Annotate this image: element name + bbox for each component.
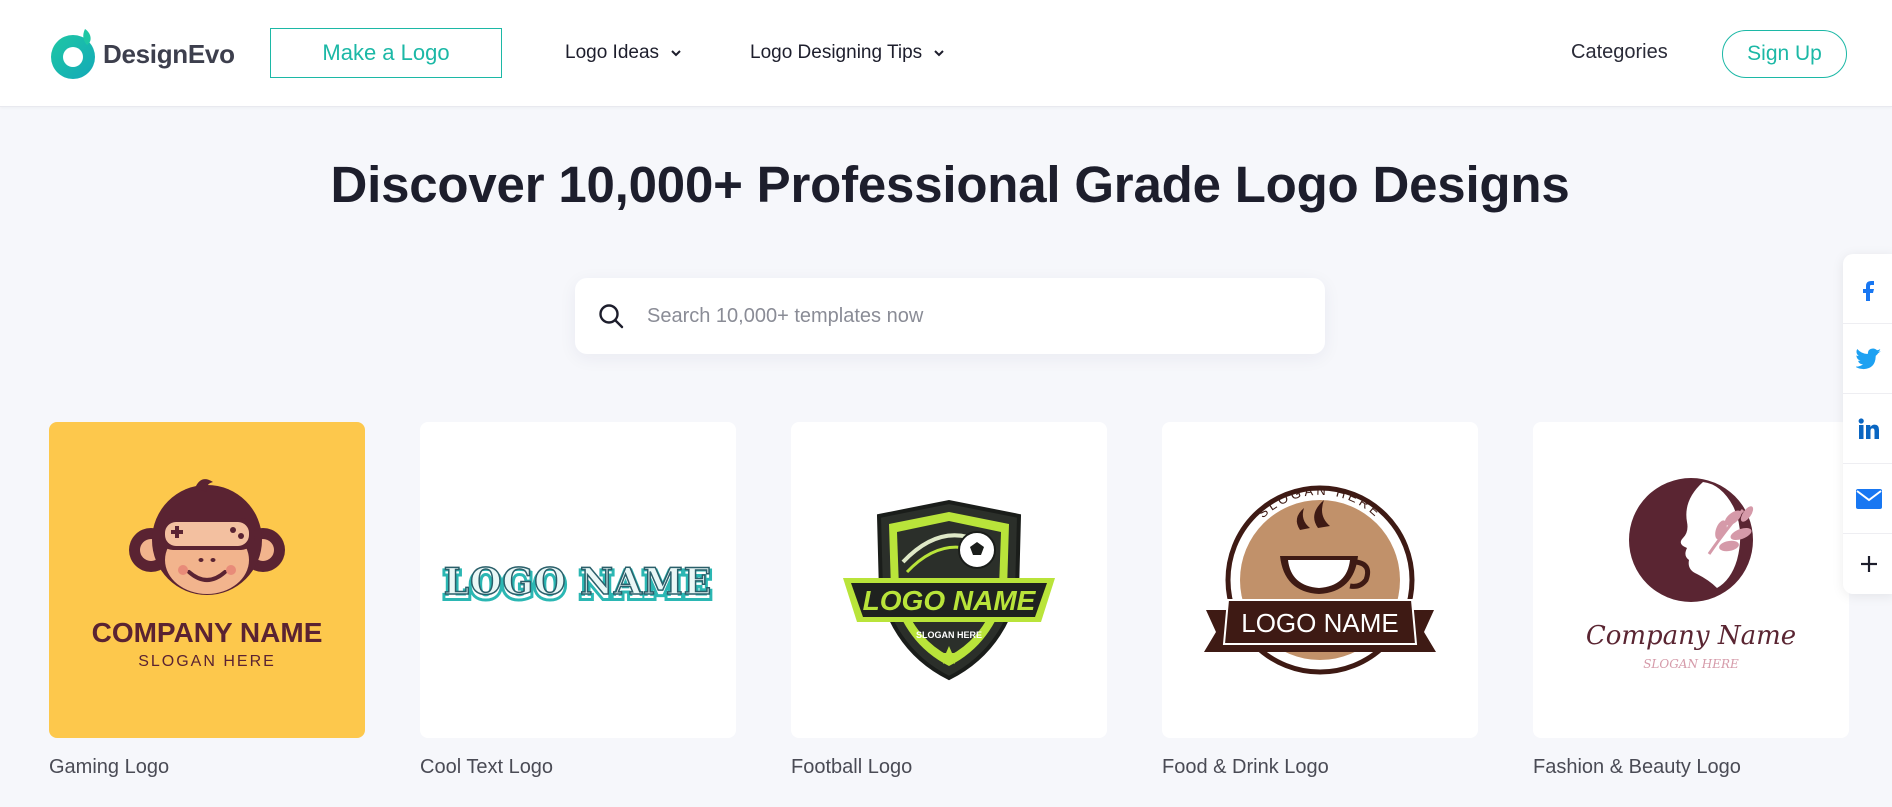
- search-box[interactable]: [575, 278, 1325, 354]
- woman-profile-logo-image: Company Name SLOGAN HERE: [1586, 478, 1796, 671]
- template-caption[interactable]: Food & Drink Logo: [1162, 756, 1478, 779]
- categories-link[interactable]: Categories: [1571, 41, 1668, 64]
- nav-logo-designing-tips[interactable]: Logo Designing Tips: [750, 42, 946, 64]
- logo-name: LOGO NAME: [444, 561, 712, 603]
- template-thumbnail[interactable]: SLOGAN HERE LOGO NAME: [1162, 422, 1478, 738]
- brand-name: DesignEvo: [103, 38, 235, 69]
- logo-slogan: SLOGAN HERE: [1643, 657, 1739, 671]
- plus-icon: [1861, 556, 1877, 572]
- template-thumbnail[interactable]: LOGO NAME SLOGAN HERE: [791, 422, 1107, 738]
- template-thumbnail[interactable]: COMPANY NAME SLOGAN HERE: [49, 422, 365, 738]
- designevo-logo[interactable]: DesignEvo: [49, 27, 235, 81]
- template-thumbnail[interactable]: LOGO NAME LOGO NAME: [420, 422, 736, 738]
- logo-name: LOGO NAME: [1241, 608, 1398, 638]
- logo-slogan: SLOGAN HERE: [916, 630, 982, 640]
- logo-company-name: Company Name: [1586, 621, 1796, 651]
- logo-company-name: COMPANY NAME: [92, 617, 323, 648]
- search-input[interactable]: [647, 304, 1287, 328]
- template-card-fashion-beauty[interactable]: Company Name SLOGAN HERE Fashion & Beaut…: [1533, 422, 1849, 779]
- search-icon[interactable]: [597, 302, 625, 330]
- template-card-gaming[interactable]: COMPANY NAME SLOGAN HERE Gaming Logo: [49, 422, 365, 779]
- nav-logo-designing-tips-label: Logo Designing Tips: [750, 42, 923, 63]
- email-icon: [1856, 488, 1882, 509]
- sign-up-button[interactable]: Sign Up: [1722, 30, 1847, 78]
- monkey-gamer-logo-image: COMPANY NAME SLOGAN HERE: [92, 479, 323, 670]
- linkedin-icon: [1858, 417, 1879, 439]
- template-thumbnail[interactable]: Company Name SLOGAN HERE: [1533, 422, 1849, 738]
- coffee-badge-logo-image: SLOGAN HERE LOGO NAME: [1204, 483, 1436, 675]
- twitter-icon: [1856, 348, 1881, 369]
- template-caption[interactable]: Gaming Logo: [49, 756, 365, 779]
- template-card-food-drink[interactable]: SLOGAN HERE LOGO NAME Food & Drink Logo: [1162, 422, 1478, 779]
- designevo-logo-icon: [51, 29, 95, 79]
- facebook-icon: [1863, 280, 1874, 301]
- page-title: Discover 10,000+ Professional Grade Logo…: [330, 156, 1570, 213]
- social-share-bar: [1843, 254, 1892, 594]
- logo-slogan: SLOGAN HERE: [138, 653, 276, 670]
- template-caption[interactable]: Fashion & Beauty Logo: [1533, 756, 1849, 779]
- template-caption[interactable]: Football Logo: [791, 756, 1107, 779]
- nav-logo-ideas[interactable]: Logo Ideas: [565, 42, 683, 64]
- cool-text-logo-image: LOGO NAME LOGO NAME: [441, 560, 714, 610]
- nav-logo-ideas-label: Logo Ideas: [565, 42, 660, 63]
- share-email-button[interactable]: [1843, 464, 1892, 534]
- template-card-cool-text[interactable]: LOGO NAME LOGO NAME Cool Text Logo: [420, 422, 736, 779]
- share-linkedin-button[interactable]: [1843, 394, 1892, 464]
- chevron-down-icon: [671, 50, 681, 57]
- template-card-football[interactable]: LOGO NAME SLOGAN HERE Football Logo: [791, 422, 1107, 779]
- football-shield-logo-image: LOGO NAME SLOGAN HERE: [843, 499, 1055, 681]
- share-twitter-button[interactable]: [1843, 324, 1892, 394]
- make-a-logo-button[interactable]: Make a Logo: [270, 28, 502, 78]
- chevron-down-icon: [934, 50, 944, 57]
- top-header: DesignEvo Make a Logo Logo Ideas Logo De…: [0, 0, 1892, 107]
- logo-name: LOGO NAME: [863, 585, 1037, 616]
- template-caption[interactable]: Cool Text Logo: [420, 756, 736, 779]
- share-facebook-button[interactable]: [1843, 254, 1892, 324]
- share-more-button[interactable]: [1843, 534, 1892, 594]
